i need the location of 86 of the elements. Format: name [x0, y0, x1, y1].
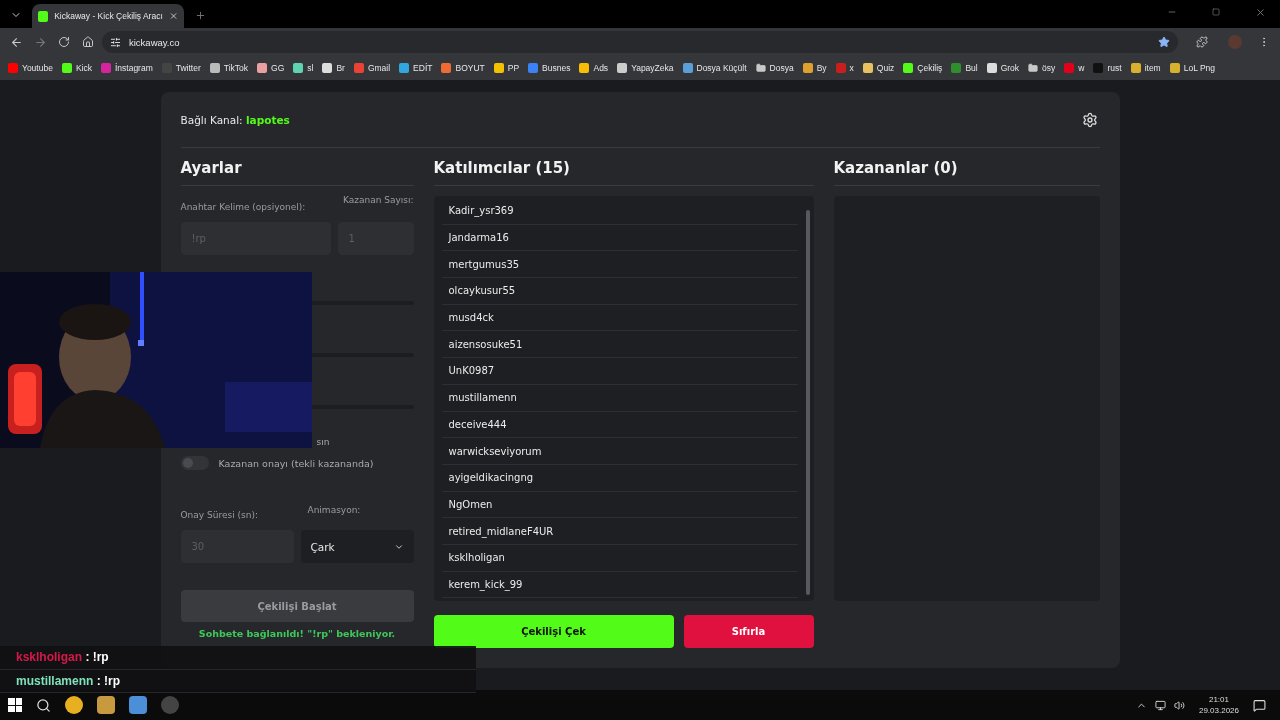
bookmark[interactable]: TikTok: [209, 63, 249, 73]
bookmark[interactable]: item: [1130, 63, 1161, 73]
new-tab-icon[interactable]: [194, 9, 206, 21]
field-label: Animasyon:: [307, 505, 361, 517]
section-title: Ayarlar: [180, 148, 414, 186]
participant-name: Kadir_ysr369: [441, 198, 798, 225]
bookmark[interactable]: Quiz: [862, 63, 895, 73]
bookmark[interactable]: Twitter: [161, 63, 201, 73]
animation-select[interactable]: Çark: [300, 530, 414, 563]
chat-message: mustillamenn : !rp: [0, 669, 476, 693]
bookmark[interactable]: Br: [322, 63, 345, 73]
option-label: Kazanan onayı (tekli kazananda): [218, 457, 374, 469]
app-icon[interactable]: [129, 696, 147, 714]
site-settings-icon[interactable]: [110, 36, 121, 48]
participant-name: kerem_kick_99: [441, 571, 798, 599]
bookmark[interactable]: EDİT: [399, 63, 433, 73]
channel-status: Bağlı Kanal: lapotes: [180, 113, 290, 126]
bookmark[interactable]: GG: [257, 63, 285, 73]
bookmark[interactable]: PP: [493, 63, 520, 73]
address-bar[interactable]: kickaway.co: [102, 31, 1178, 53]
bookmark[interactable]: Grok: [986, 63, 1020, 73]
participant-name: deceive444: [441, 411, 798, 439]
option-label: sın: [316, 437, 331, 447]
field-label: Anahtar Kelime (opsiyonel):: [180, 202, 306, 212]
home-icon[interactable]: [82, 36, 94, 48]
puzzle-icon[interactable]: [1196, 36, 1208, 48]
close-icon[interactable]: [1254, 6, 1266, 18]
game-icon[interactable]: [97, 696, 115, 714]
close-icon[interactable]: [168, 11, 178, 21]
bookmark[interactable]: Dosya: [755, 63, 794, 73]
section-title: Katılımcılar (15): [433, 148, 814, 186]
participant-name: olcaykusur55: [441, 278, 798, 305]
reset-button[interactable]: Sıfırla: [683, 615, 814, 648]
participant-name: warwickseviyorum: [441, 438, 798, 465]
bookmark[interactable]: By: [802, 63, 827, 73]
bookmark[interactable]: YapayZeka: [617, 63, 674, 73]
toggle-switch[interactable]: [180, 456, 209, 470]
bookmark[interactable]: Bul: [951, 63, 978, 73]
participant-name: mustillamenn: [441, 384, 798, 412]
start-button[interactable]: Çekilişi Başlat: [180, 590, 414, 622]
status-message: Sohbete bağlanıldı! "!rp" bekleniyor.: [198, 628, 396, 639]
volume-icon[interactable]: [1173, 699, 1185, 711]
search-icon[interactable]: [36, 697, 51, 713]
tab-title: Kickaway - Kick Çekiliş Aracı: [54, 11, 163, 21]
bookmark[interactable]: Busnes: [528, 63, 571, 73]
bookmark[interactable]: sl: [293, 63, 314, 73]
scrollbar[interactable]: [805, 210, 810, 595]
notification-icon[interactable]: [1253, 698, 1266, 712]
participant-name: aizensosuke51: [441, 331, 798, 359]
participant-name: ayigeldikacingng: [441, 464, 798, 492]
bookmark[interactable]: Kick: [61, 63, 92, 73]
bookmark[interactable]: ösy: [1028, 63, 1056, 73]
settings-icon[interactable]: [1081, 111, 1098, 128]
back-icon[interactable]: [9, 35, 23, 49]
clock[interactable]: 21:01 29.03.2026: [1198, 694, 1239, 716]
bookmark[interactable]: İnstagram: [100, 63, 153, 73]
bookmark[interactable]: Çekiliş: [903, 63, 943, 73]
participant-name: ksklholigan: [441, 544, 798, 572]
section-title: Kazananlar (0): [833, 148, 1100, 186]
bookmark[interactable]: x: [835, 63, 854, 73]
bookmark[interactable]: BOYUT: [441, 63, 485, 73]
bookmark[interactable]: LoL Png: [1169, 63, 1216, 73]
bookmark[interactable]: Ads: [579, 63, 609, 73]
participant-name: NgOmen: [441, 491, 798, 519]
participant-name: mertgumus35: [441, 251, 798, 279]
field-label: Onay Süresi (sn):: [180, 510, 258, 520]
bookmark[interactable]: rust: [1093, 63, 1122, 73]
browser-icon[interactable]: [65, 696, 83, 714]
bookmark-star-icon[interactable]: [1158, 36, 1170, 48]
participant-name: UnK0987: [441, 358, 798, 385]
bookmark[interactable]: Gmail: [353, 63, 391, 73]
bookmark[interactable]: w: [1064, 63, 1085, 73]
reload-icon[interactable]: [58, 36, 70, 48]
draw-button[interactable]: Çekilişi Çek: [433, 615, 674, 648]
start-button[interactable]: [8, 698, 22, 712]
field-label: Kazanan Sayısı:: [342, 195, 414, 207]
network-icon[interactable]: [1154, 699, 1166, 711]
site-icon: [38, 10, 49, 22]
participant-name: musd4ck: [441, 304, 798, 332]
bookmark[interactable]: Dosya Küçült: [682, 63, 747, 73]
participant-name: Jandarma16: [441, 224, 798, 252]
chat-message: ksklholigan : !rp: [0, 646, 476, 670]
browser-tab[interactable]: Kickaway - Kick Çekiliş Aracı: [32, 4, 184, 28]
forward-icon[interactable]: [33, 35, 47, 49]
bookmark[interactable]: Youtube: [8, 63, 53, 73]
participant-name: retired_midlaneF4UR: [441, 518, 798, 545]
